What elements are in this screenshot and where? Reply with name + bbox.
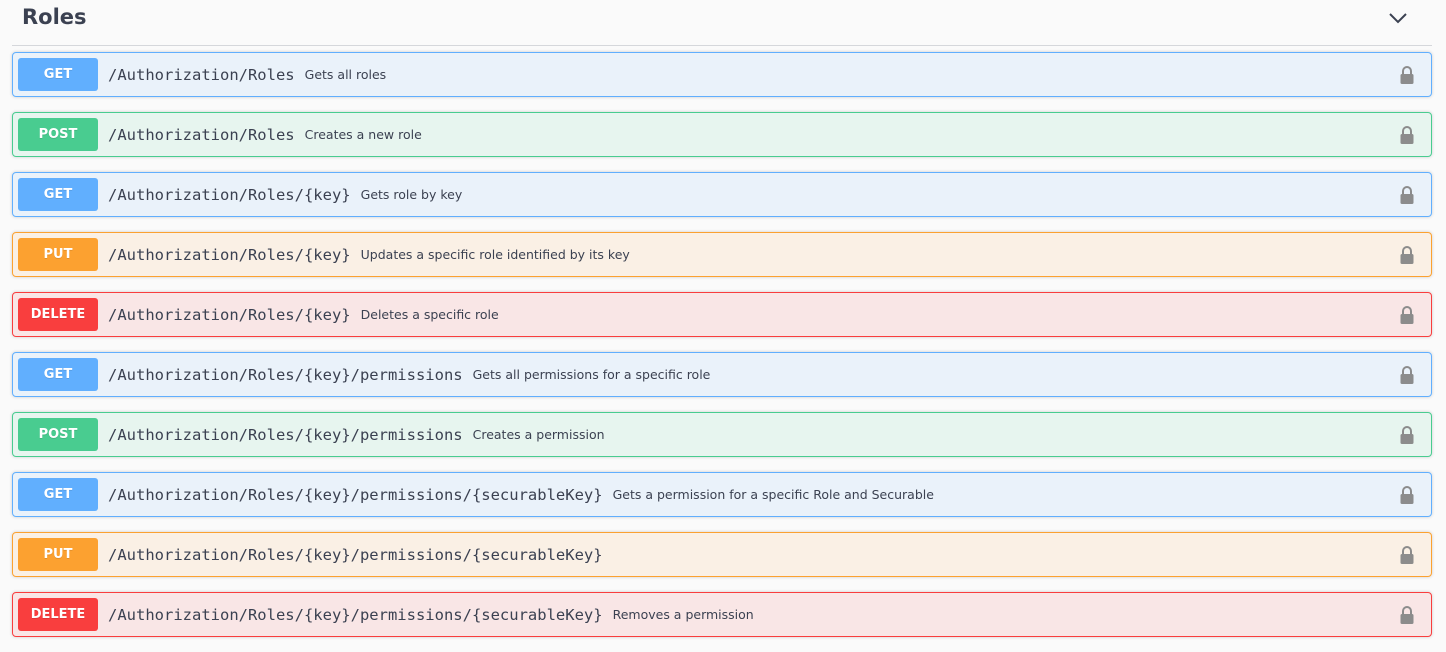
operation-summary: Updates a specific role identified by it…	[360, 247, 630, 262]
operation-summary: Gets role by key	[360, 187, 463, 202]
method-badge: POST	[18, 418, 98, 451]
operation-path: /Authorization/Roles/{key}/permissions/{…	[108, 485, 603, 504]
operation-path: /Authorization/Roles/{key}	[108, 185, 351, 204]
method-badge: POST	[18, 118, 98, 151]
operation-row[interactable]: GET /Authorization/Roles/{key}/permissio…	[12, 352, 1432, 397]
operation-path: /Authorization/Roles	[108, 125, 295, 144]
operation-row[interactable]: DELETE /Authorization/Roles/{key} Delete…	[12, 292, 1432, 337]
operation-path: /Authorization/Roles/{key}	[108, 305, 351, 324]
operation-path: /Authorization/Roles/{key}	[108, 245, 351, 264]
lock-icon[interactable]	[1399, 605, 1415, 625]
operation-row[interactable]: POST /Authorization/Roles/{key}/permissi…	[12, 412, 1432, 457]
method-badge: PUT	[18, 538, 98, 571]
method-badge: PUT	[18, 238, 98, 271]
section-title: Roles	[22, 5, 87, 29]
lock-icon[interactable]	[1399, 245, 1415, 265]
lock-icon[interactable]	[1399, 125, 1415, 145]
operation-row[interactable]: DELETE /Authorization/Roles/{key}/permis…	[12, 592, 1432, 637]
lock-icon[interactable]	[1399, 305, 1415, 325]
operation-row[interactable]: PUT /Authorization/Roles/{key} Updates a…	[12, 232, 1432, 277]
operation-summary: Gets all permissions for a specific role	[472, 367, 711, 382]
operation-row[interactable]: PUT /Authorization/Roles/{key}/permissio…	[12, 532, 1432, 577]
method-badge: GET	[18, 58, 98, 91]
chevron-down-icon[interactable]	[1386, 8, 1410, 28]
operation-summary: Creates a permission	[472, 427, 605, 442]
operation-row[interactable]: POST /Authorization/Roles Creates a new …	[12, 112, 1432, 157]
operation-path: /Authorization/Roles	[108, 65, 295, 84]
operation-path: /Authorization/Roles/{key}/permissions	[108, 365, 463, 384]
method-badge: GET	[18, 178, 98, 211]
operation-summary: Removes a permission	[612, 607, 754, 622]
section-header[interactable]: Roles	[12, 0, 1432, 46]
operation-summary: Creates a new role	[304, 127, 422, 142]
operation-path: /Authorization/Roles/{key}/permissions/{…	[108, 545, 603, 564]
operation-row[interactable]: GET /Authorization/Roles/{key} Gets role…	[12, 172, 1432, 217]
method-badge: DELETE	[18, 598, 98, 631]
lock-icon[interactable]	[1399, 425, 1415, 445]
operation-summary: Gets all roles	[304, 67, 387, 82]
operation-summary: Gets a permission for a specific Role an…	[612, 487, 934, 502]
method-badge: GET	[18, 478, 98, 511]
operation-row[interactable]: GET /Authorization/Roles Gets all roles	[12, 52, 1432, 97]
operation-path: /Authorization/Roles/{key}/permissions/{…	[108, 605, 603, 624]
operation-row[interactable]: GET /Authorization/Roles/{key}/permissio…	[12, 472, 1432, 517]
method-badge: DELETE	[18, 298, 98, 331]
lock-icon[interactable]	[1399, 365, 1415, 385]
lock-icon[interactable]	[1399, 185, 1415, 205]
method-badge: GET	[18, 358, 98, 391]
lock-icon[interactable]	[1399, 485, 1415, 505]
lock-icon[interactable]	[1399, 65, 1415, 85]
operations-list: GET /Authorization/Roles Gets all roles …	[12, 52, 1432, 652]
operation-summary: Deletes a specific role	[360, 307, 499, 322]
lock-icon[interactable]	[1399, 545, 1415, 565]
operation-path: /Authorization/Roles/{key}/permissions	[108, 425, 463, 444]
